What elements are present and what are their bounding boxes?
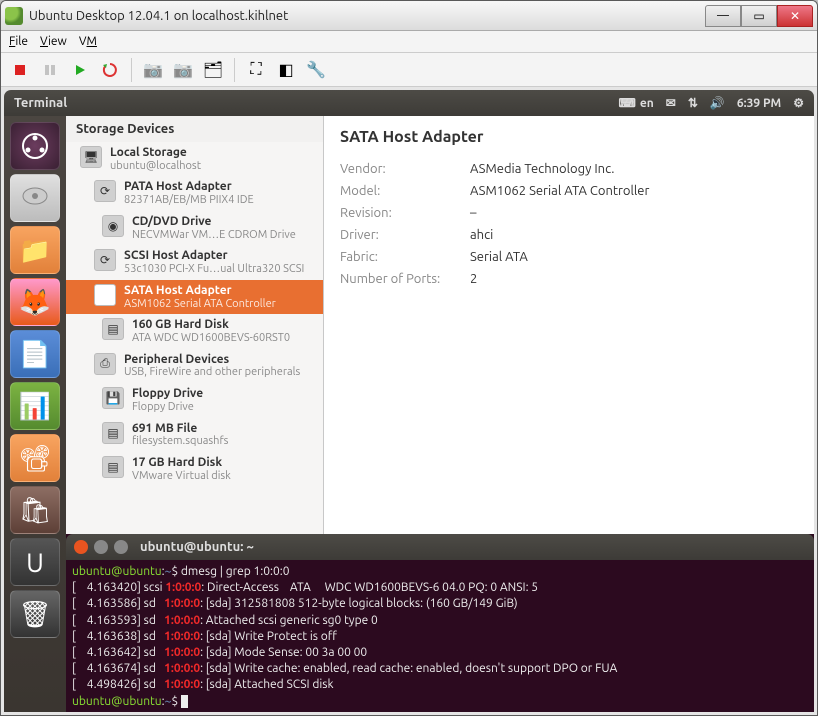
active-app-name: Terminal	[14, 96, 67, 110]
prop-key-model: Model:	[340, 184, 470, 198]
device-tree-header: Storage Devices	[66, 116, 323, 142]
tree-item-sata[interactable]: ⟳ SATA Host AdapterASM1062 Serial ATA Co…	[66, 280, 323, 314]
prop-key-vendor: Vendor:	[340, 162, 470, 176]
tree-item-hdd-160[interactable]: ▤ 160 GB Hard DiskATA WDC WD1600BEVS-60R…	[66, 314, 323, 348]
play-button[interactable]	[67, 57, 93, 83]
nautilus-icon[interactable]: 📁	[10, 226, 60, 274]
pause-button[interactable]	[37, 57, 63, 83]
vm-display: Terminal ⌨ en ✉ ⇅ 🔊 6:39 PM ⚙ 📁 🦊 📄 📊 📽 …	[1, 87, 817, 715]
fullscreen-button[interactable]: ⛶	[243, 57, 269, 83]
cdrom-icon: ◉	[102, 215, 124, 237]
tree-item-cdrom[interactable]: ◉ CD/DVD DriveNECVMWar VM…E CDROM Drive	[66, 211, 323, 245]
titlebar[interactable]: Ubuntu Desktop 12.04.1 on localhost.kihl…	[1, 1, 817, 31]
poweroff-button[interactable]	[7, 57, 33, 83]
clock[interactable]: 6:39 PM	[737, 97, 781, 110]
usb-icon: ⎙	[94, 353, 116, 375]
tree-item-hdd-17[interactable]: ▤ 17 GB Hard DiskVMware Virtual disk	[66, 452, 323, 486]
snapshot-revert-button[interactable]: 📷	[170, 57, 196, 83]
menu-view[interactable]: View	[40, 35, 67, 48]
unity-launcher: 📁 🦊 📄 📊 📽 🛍 U 🗑	[4, 116, 66, 712]
writer-icon[interactable]: 📄	[10, 330, 60, 378]
terminal-titlebar[interactable]: ubuntu@ubuntu: ~	[66, 534, 814, 560]
terminal-title: ubuntu@ubuntu: ~	[140, 540, 254, 554]
tree-item-peripherals[interactable]: ⎙ Peripheral DevicesUSB, FireWire and ot…	[66, 349, 323, 383]
terminal-body[interactable]: ubuntu@ubuntu:~$ dmesg | grep 1:0:0:0 [ …	[66, 560, 814, 712]
term-minimize-icon[interactable]	[94, 540, 108, 554]
tree-item-floppy[interactable]: 💾 Floppy DriveFloppy Drive	[66, 383, 323, 417]
settings-button[interactable]: 🔧	[303, 57, 329, 83]
terminal-window: ubuntu@ubuntu: ~ ubuntu@ubuntu:~$ dmesg …	[66, 534, 814, 712]
firefox-icon[interactable]: 🦊	[10, 278, 60, 326]
tree-item-pata[interactable]: ⟳ PATA Host Adapter82371AB/EB/MB PIIX4 I…	[66, 176, 323, 210]
prop-val-revision: –	[470, 206, 476, 220]
term-maximize-icon[interactable]	[114, 540, 128, 554]
hdd-icon: ▤	[102, 318, 124, 340]
device-tree[interactable]: 🖥 Local Storageubuntu@localhost ⟳ PATA H…	[66, 142, 323, 534]
adapter-icon: ⟳	[94, 180, 116, 202]
image-file-icon: ▤	[102, 422, 124, 444]
disk-utility-window: Storage Devices 🖥 Local Storageubuntu@lo…	[66, 116, 814, 534]
tree-item-scsi[interactable]: ⟳ SCSI Host Adapter53c1030 PCI-X Fu…ual …	[66, 245, 323, 279]
prop-val-ports: 2	[470, 272, 477, 286]
trash-icon[interactable]: 🗑	[10, 590, 60, 638]
adapter-icon: ⟳	[94, 284, 116, 306]
restart-button[interactable]	[97, 57, 123, 83]
unity-button[interactable]: ◧	[273, 57, 299, 83]
host-toolbar: 📷 📷 🗂 ⛶ ◧ 🔧	[1, 53, 817, 87]
disk-utility-icon[interactable]	[10, 174, 60, 222]
prop-val-vendor: ASMedia Technology Inc.	[470, 162, 614, 176]
adapter-icon: ⟳	[94, 249, 116, 271]
mail-icon[interactable]: ✉	[666, 96, 676, 110]
snapshot-button[interactable]: 📷	[140, 57, 166, 83]
dash-icon[interactable]	[10, 122, 60, 170]
details-title: SATA Host Adapter	[340, 128, 798, 146]
window-title: Ubuntu Desktop 12.04.1 on localhost.kihl…	[29, 9, 705, 23]
prop-key-revision: Revision:	[340, 206, 470, 220]
impress-icon[interactable]: 📽	[10, 434, 60, 482]
floppy-icon: 💾	[102, 387, 124, 409]
tree-item-file[interactable]: ▤ 691 MB Filefilesystem.squashfs	[66, 418, 323, 452]
prop-key-fabric: Fabric:	[340, 250, 470, 264]
menu-file[interactable]: File	[9, 35, 28, 48]
menu-vm[interactable]: VM	[79, 35, 97, 48]
host-window: Ubuntu Desktop 12.04.1 on localhost.kihl…	[0, 0, 818, 716]
minimize-button[interactable]: —	[705, 5, 741, 27]
network-icon[interactable]: ⇅	[688, 96, 698, 110]
prop-val-model: ASM1062 Serial ATA Controller	[470, 184, 649, 198]
hdd-icon: ▤	[102, 456, 124, 478]
calc-icon[interactable]: 📊	[10, 382, 60, 430]
prop-key-ports: Number of Ports:	[340, 272, 470, 286]
computer-icon: 🖥	[80, 146, 102, 168]
vmware-icon	[5, 7, 23, 25]
prop-val-driver: ahci	[470, 228, 493, 242]
ubuntu-desktop: 📁 🦊 📄 📊 📽 🛍 U 🗑 Storage Devices 🖥	[4, 116, 814, 712]
tree-item-local-storage[interactable]: 🖥 Local Storageubuntu@localhost	[66, 142, 323, 176]
close-button[interactable]: ✕	[777, 5, 813, 27]
ubuntu-top-panel: Terminal ⌨ en ✉ ⇅ 🔊 6:39 PM ⚙	[4, 90, 814, 116]
ubuntu-one-icon[interactable]: U	[10, 538, 60, 586]
software-center-icon[interactable]: 🛍	[10, 486, 60, 534]
maximize-button[interactable]: ▭	[741, 5, 777, 27]
device-tree-pane: Storage Devices 🖥 Local Storageubuntu@lo…	[66, 116, 324, 534]
term-close-icon[interactable]	[74, 540, 88, 554]
device-details-pane: SATA Host Adapter Vendor:ASMedia Technol…	[324, 116, 814, 534]
prop-key-driver: Driver:	[340, 228, 470, 242]
snapshot-manager-button[interactable]: 🗂	[200, 57, 226, 83]
menubar: File View VM	[1, 31, 817, 53]
prop-val-fabric: Serial ATA	[470, 250, 528, 264]
keyboard-indicator[interactable]: ⌨ en	[619, 96, 654, 110]
volume-icon[interactable]: 🔊	[710, 96, 725, 110]
session-gear-icon[interactable]: ⚙	[793, 96, 804, 110]
